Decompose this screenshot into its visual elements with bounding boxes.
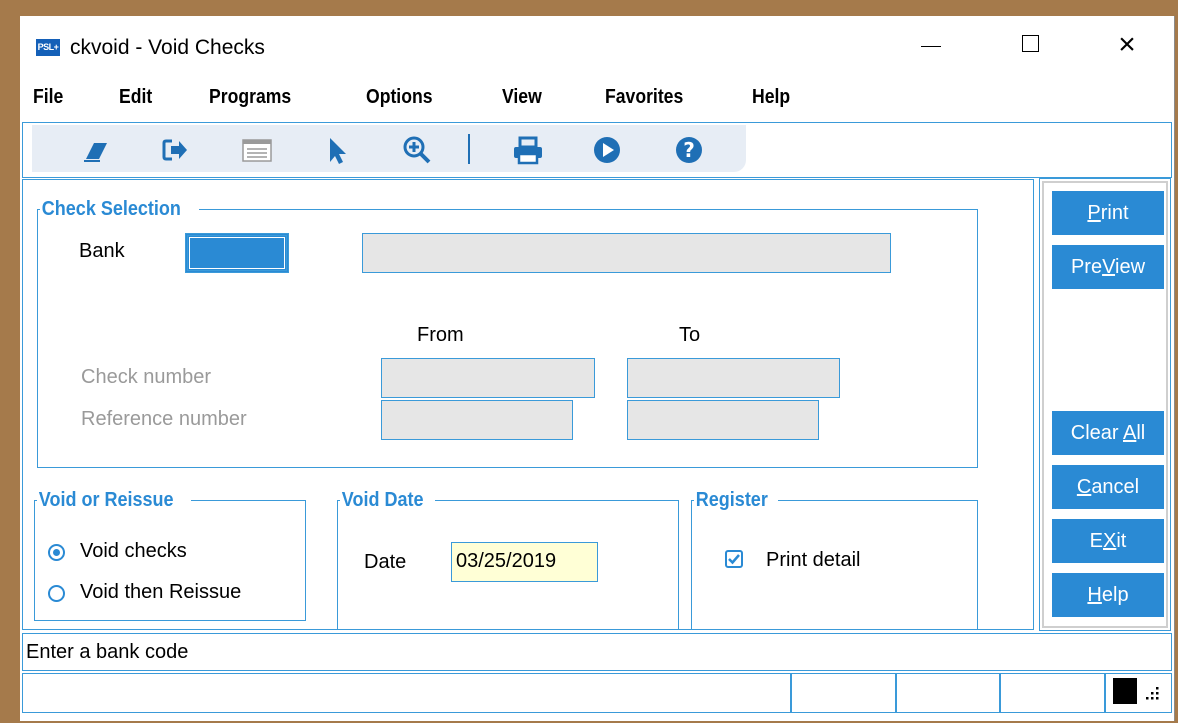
title-bar: PSL+ ckvoid - Void Checks × (20, 16, 1174, 78)
menu-programs[interactable]: Programs (209, 86, 291, 109)
status-bar (22, 673, 1172, 713)
reference-number-label: Reference number (81, 408, 247, 430)
check-selection-legend: Check Selection (41, 198, 181, 220)
void-checks-radio[interactable] (48, 544, 65, 561)
menu-help[interactable]: Help (752, 86, 790, 109)
exit-button[interactable]: EXit (1052, 519, 1164, 563)
void-date-input[interactable]: 03/25/2019 (451, 542, 598, 582)
to-label: To (679, 324, 701, 346)
from-label: From (417, 324, 464, 346)
void-or-reissue-legend: Void or Reissue (38, 489, 174, 511)
check-number-to-field (627, 358, 840, 398)
status-indicator (1113, 678, 1137, 704)
void-date-legend: Void Date (341, 489, 424, 511)
reference-number-to-field (627, 400, 819, 440)
help-button[interactable]: Help (1052, 573, 1164, 617)
print-button[interactable]: Print (1052, 191, 1164, 235)
play-icon[interactable] (592, 135, 622, 165)
print-detail-label: Print detail (766, 549, 861, 571)
printer-icon[interactable] (512, 135, 542, 165)
svg-text:?: ? (683, 138, 695, 162)
minimize-button[interactable] (907, 26, 953, 66)
status-divider (790, 674, 792, 712)
preview-button[interactable]: PreView (1052, 245, 1164, 289)
status-message: Enter a bank code (22, 633, 1172, 671)
status-divider (1104, 674, 1106, 712)
help-icon[interactable]: ? (674, 135, 704, 165)
void-checks-label: Void checks (80, 540, 187, 562)
resize-grip-icon[interactable] (1143, 684, 1161, 702)
menu-bar: File Edit Programs Options View Favorite… (20, 86, 1174, 120)
date-label: Date (364, 551, 407, 573)
register-legend: Register (695, 489, 768, 511)
menu-file[interactable]: File (33, 86, 63, 109)
command-panel: Print PreView Clear All Cancel EXit Help (1039, 178, 1171, 631)
menu-favorites[interactable]: Favorites (605, 86, 683, 109)
check-number-from-field (381, 358, 595, 398)
bank-code-input[interactable] (185, 233, 289, 273)
status-divider (999, 674, 1001, 712)
cancel-button[interactable]: Cancel (1052, 465, 1164, 509)
bank-name-field (362, 233, 891, 273)
clear-all-button[interactable]: Clear All (1052, 411, 1164, 455)
form-area: Check Selection Bank From To Check numbe… (22, 179, 1034, 630)
bank-label: Bank (79, 240, 125, 262)
check-number-label: Check number (81, 366, 212, 388)
pointer-icon[interactable] (322, 135, 352, 165)
menu-edit[interactable]: Edit (119, 86, 152, 109)
toolbar-separator (468, 134, 470, 164)
print-detail-checkbox[interactable] (725, 550, 743, 568)
reference-number-from-field (381, 400, 573, 440)
toolbar-strip: ? (32, 125, 746, 172)
exit-arrow-icon[interactable] (160, 135, 190, 165)
toolbar: ? (22, 122, 1172, 178)
void-then-reissue-label: Void then Reissue (80, 581, 242, 603)
status-divider (895, 674, 897, 712)
zoom-in-icon[interactable] (402, 135, 432, 165)
menu-view[interactable]: View (502, 86, 542, 109)
maximize-button[interactable] (1008, 26, 1054, 66)
close-button[interactable]: × (1104, 26, 1150, 66)
app-icon: PSL+ (36, 39, 60, 56)
eraser-icon[interactable] (80, 135, 110, 165)
void-then-reissue-radio[interactable] (48, 585, 65, 602)
menu-options[interactable]: Options (366, 86, 432, 109)
void-checks-window: PSL+ ckvoid - Void Checks × File Edit Pr… (20, 16, 1175, 721)
list-window-icon[interactable] (241, 135, 272, 165)
window-title: ckvoid - Void Checks (70, 36, 265, 59)
